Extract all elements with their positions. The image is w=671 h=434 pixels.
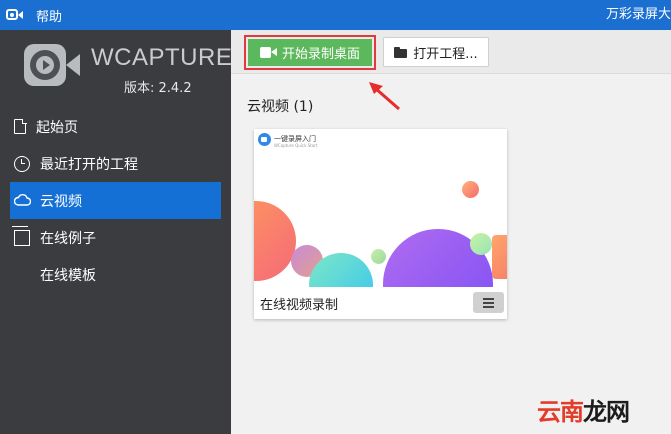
menu-help[interactable]: 帮助 bbox=[36, 6, 62, 25]
sidebar-item-label: 起始页 bbox=[36, 119, 78, 136]
folder-open-icon bbox=[394, 46, 408, 58]
record-button-highlight: 开始录制桌面 bbox=[244, 35, 376, 70]
clock-icon bbox=[14, 155, 30, 172]
sidebar-item-label: 在线模板 bbox=[40, 267, 96, 284]
decor-bubble bbox=[371, 249, 386, 264]
title-bar: 帮助 万彩录屏大 bbox=[0, 0, 671, 30]
video-thumbnail: 一键录屏入门 WCapture Quick Start bbox=[254, 129, 507, 287]
sidebar-item-label: 在线例子 bbox=[40, 230, 96, 247]
sidebar-item-online-templates[interactable]: 在线模板 bbox=[0, 256, 231, 293]
decor-bubble bbox=[470, 233, 492, 255]
hamburger-icon bbox=[483, 298, 494, 300]
box-icon bbox=[12, 225, 30, 246]
start-recording-button[interactable]: 开始录制桌面 bbox=[248, 39, 372, 66]
card-title: 在线视频录制 bbox=[260, 298, 339, 313]
annotation-arrow-icon bbox=[369, 82, 400, 111]
main-content: 开始录制桌面 打开工程... 云视频 (1) 一键录屏入门 WCapture Q… bbox=[231, 30, 671, 434]
sidebar-item-label: 云视频 bbox=[40, 193, 82, 210]
decor-bubble bbox=[254, 201, 296, 281]
sidebar-item-start-page[interactable]: 起始页 bbox=[0, 108, 231, 145]
open-button-label: 打开工程... bbox=[413, 46, 478, 62]
document-icon bbox=[14, 118, 27, 134]
window-title: 万彩录屏大 bbox=[605, 7, 671, 22]
app-camera-icon[interactable] bbox=[6, 8, 23, 22]
cloud-icon bbox=[14, 193, 31, 209]
decor-bubble bbox=[492, 235, 507, 279]
video-camera-icon bbox=[259, 47, 277, 58]
brand-name: WCAPTURE bbox=[91, 44, 233, 71]
toolbar: 开始录制桌面 打开工程... bbox=[231, 30, 671, 74]
thumbnail-subtitle: WCapture Quick Start bbox=[274, 143, 318, 148]
sidebar: WCAPTURE 版本: 2.4.2 起始页 最近打开的工程 云视频 在线例子 … bbox=[0, 30, 233, 434]
record-button-label: 开始录制桌面 bbox=[281, 47, 360, 62]
decor-bubble bbox=[462, 181, 479, 198]
video-card[interactable]: 一键录屏入门 WCapture Quick Start 在线视频录制 bbox=[254, 129, 507, 319]
thumbnail-logo-icon bbox=[258, 133, 271, 146]
sidebar-item-cloud-video[interactable]: 云视频 bbox=[10, 182, 221, 219]
sidebar-item-recent-projects[interactable]: 最近打开的工程 bbox=[0, 145, 231, 182]
sidebar-item-label: 最近打开的工程 bbox=[40, 156, 138, 173]
wcapture-logo bbox=[24, 44, 80, 94]
open-project-button[interactable]: 打开工程... bbox=[383, 37, 489, 67]
version-label: 版本: 2.4.2 bbox=[124, 81, 192, 96]
card-menu-button[interactable] bbox=[473, 292, 504, 313]
watermark-text: 云南龙网 bbox=[537, 398, 630, 426]
sidebar-item-online-examples[interactable]: 在线例子 bbox=[0, 219, 231, 256]
section-title: 云视频 (1) bbox=[247, 99, 314, 115]
sidebar-nav: 起始页 最近打开的工程 云视频 在线例子 在线模板 bbox=[0, 108, 231, 293]
